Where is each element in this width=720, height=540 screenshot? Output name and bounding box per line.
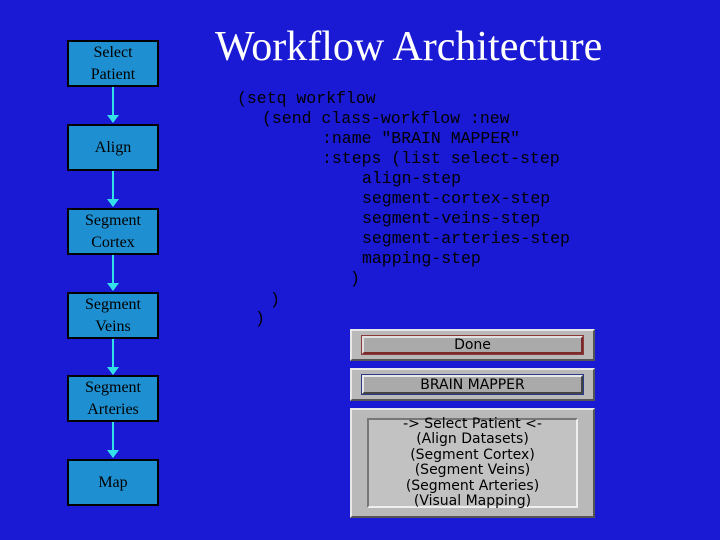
code-line: segment-arteries-step — [362, 229, 570, 248]
flow-step-align: Align — [67, 124, 159, 171]
flow-step-label: Select — [93, 43, 133, 61]
flow-arrow — [107, 255, 119, 291]
flow-step-label: Align — [94, 138, 132, 156]
flow-step-label: Patient — [90, 65, 136, 83]
flow-step-segment-veins: Segment Veins — [67, 292, 159, 339]
code-line: :steps (list select-step — [322, 149, 560, 168]
flow-step-label: Arteries — [87, 400, 139, 418]
step-list-item[interactable]: (Align Datasets) — [416, 431, 529, 448]
code-line: segment-veins-step — [362, 209, 541, 228]
code-line: (send class-workflow :new — [262, 109, 510, 128]
code-line: segment-cortex-step — [362, 189, 551, 208]
step-list-item[interactable]: (Segment Veins) — [415, 462, 531, 479]
flow-step-label: Veins — [95, 317, 131, 335]
step-list-item[interactable]: -> Select Patient <- — [403, 416, 542, 433]
flow-step-label: Segment — [85, 295, 141, 313]
flow-step-label: Cortex — [91, 233, 135, 251]
flow-arrow — [107, 171, 119, 207]
done-button-label: Done — [454, 337, 491, 353]
workflow-name-label: BRAIN MAPPER — [420, 376, 525, 393]
code-line: mapping-step — [362, 249, 481, 268]
flow-arrow — [107, 422, 119, 458]
code-line: (setq workflow — [237, 89, 376, 108]
page-title: Workflow Architecture — [215, 24, 603, 70]
flow-step-label: Segment — [85, 378, 141, 396]
step-list-panel: -> Select Patient <- (Align Datasets) (S… — [350, 408, 595, 518]
flow-arrow — [107, 339, 119, 375]
done-button[interactable]: Done — [362, 336, 583, 354]
flow-step-label: Map — [98, 473, 128, 491]
flow-step-segment-cortex: Segment Cortex — [67, 208, 159, 255]
step-list-item[interactable]: (Segment Cortex) — [410, 447, 535, 464]
step-list-item[interactable]: (Segment Arteries) — [406, 478, 539, 495]
flow-step-segment-arteries: Segment Arteries — [67, 375, 159, 422]
flow-step-map: Map — [67, 459, 159, 506]
code-line: ) — [255, 309, 265, 328]
code-line: ) — [350, 269, 360, 288]
code-line: align-step — [362, 169, 462, 188]
step-list: -> Select Patient <- (Align Datasets) (S… — [367, 416, 578, 510]
code-line: :name "BRAIN MAPPER" — [322, 129, 521, 148]
step-list-item[interactable]: (Visual Mapping) — [414, 493, 531, 510]
flow-step-select-patient: Select Patient — [67, 40, 159, 87]
workflow-name-panel: BRAIN MAPPER — [350, 368, 595, 401]
code-line: ) — [270, 290, 280, 309]
flow-arrow — [107, 87, 119, 123]
done-button-panel: Done — [350, 329, 595, 361]
workflow-name-button[interactable]: BRAIN MAPPER — [362, 375, 583, 394]
flow-step-label: Segment — [85, 211, 141, 229]
